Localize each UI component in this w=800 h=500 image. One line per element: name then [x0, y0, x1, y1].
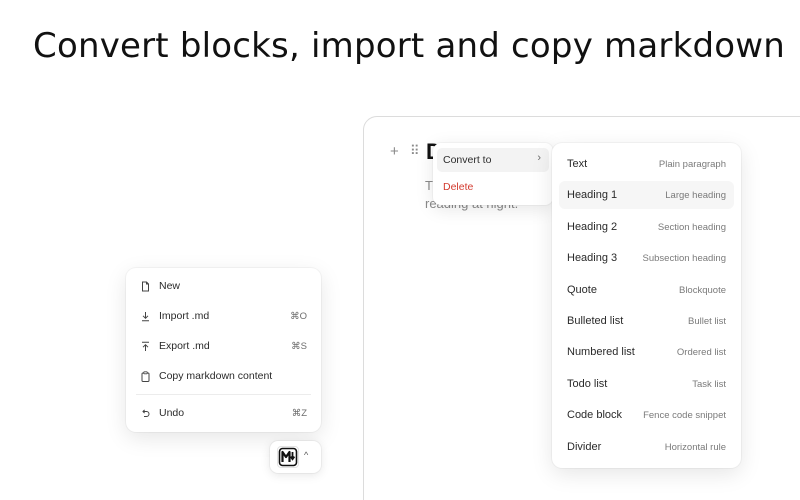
convert-option-numbered-list[interactable]: Numbered list Ordered list: [559, 338, 734, 366]
menu-item-label: Copy markdown content: [159, 370, 273, 382]
convert-option-heading-3[interactable]: Heading 3 Subsection heading: [559, 244, 734, 272]
file-menu: New Import .md ⌘O Export .md ⌘S Copy mar…: [126, 268, 321, 432]
option-description: Blockquote: [678, 284, 726, 296]
menu-item-import-md[interactable]: Import .md ⌘O: [134, 304, 313, 328]
menu-item-undo[interactable]: Undo ⌘Z: [134, 401, 313, 425]
menu-item-new[interactable]: New: [134, 274, 313, 298]
page-title: Convert blocks, import and copy markdown: [33, 26, 785, 66]
convert-option-bulleted-list[interactable]: Bulleted list Bullet list: [559, 307, 734, 335]
markdown-app-logo-icon: [277, 446, 299, 468]
option-description: Bullet list: [687, 315, 726, 327]
option-label: Divider: [567, 441, 602, 453]
add-block-icon[interactable]: +: [390, 143, 399, 160]
download-icon: [140, 311, 151, 322]
chevron-up-icon: ^: [304, 450, 309, 460]
delete-menu-item[interactable]: Delete: [437, 175, 549, 199]
convert-option-text[interactable]: Text Plain paragraph: [559, 150, 734, 178]
option-label: Quote: [567, 284, 597, 296]
menu-item-label: Import .md: [159, 310, 210, 322]
menu-item-export-md[interactable]: Export .md ⌘S: [134, 334, 313, 358]
option-label: Bulleted list: [567, 315, 624, 327]
menu-item-copy-markdown[interactable]: Copy markdown content: [134, 364, 313, 388]
option-label: Numbered list: [567, 346, 635, 358]
menu-divider: [136, 394, 311, 395]
convert-to-menu-item[interactable]: Convert to ›: [437, 148, 549, 172]
file-icon: [140, 281, 151, 292]
convert-option-todo-list[interactable]: Todo list Task list: [559, 370, 734, 398]
option-label: Todo list: [567, 378, 608, 390]
option-description: Horizontal rule: [664, 441, 726, 453]
option-description: Subsection heading: [642, 252, 726, 264]
convert-option-divider[interactable]: Divider Horizontal rule: [559, 433, 734, 461]
screen: Convert blocks, import and copy markdown…: [0, 0, 800, 500]
option-description: Ordered list: [676, 346, 726, 358]
option-description: Fence code snippet: [643, 409, 726, 421]
upload-icon: [140, 341, 151, 352]
option-label: Heading 3: [567, 252, 618, 264]
convert-option-heading-2[interactable]: Heading 2 Section heading: [559, 213, 734, 241]
option-description: Task list: [692, 378, 726, 390]
menu-item-label: New: [159, 280, 181, 292]
option-label: Code block: [567, 409, 623, 421]
app-menu-button[interactable]: ^: [270, 441, 321, 473]
convert-submenu: Text Plain paragraph Heading 1 Large hea…: [552, 143, 741, 468]
drag-handle-icon[interactable]: ⠿: [410, 143, 419, 159]
convert-option-heading-1[interactable]: Heading 1 Large heading: [559, 181, 734, 209]
option-description: Large heading: [665, 189, 726, 201]
menu-item-shortcut: ⌘Z: [291, 407, 307, 419]
convert-to-label: Convert to: [443, 154, 492, 166]
option-description: Plain paragraph: [658, 158, 726, 170]
menu-item-label: Undo: [159, 407, 185, 419]
chevron-right-icon: ›: [537, 152, 541, 164]
menu-item-label: Export .md: [159, 340, 210, 352]
option-label: Text: [567, 158, 588, 170]
option-label: Heading 2: [567, 221, 618, 233]
menu-item-shortcut: ⌘S: [291, 340, 307, 352]
undo-icon: [140, 408, 151, 419]
convert-option-quote[interactable]: Quote Blockquote: [559, 276, 734, 304]
convert-option-code-block[interactable]: Code block Fence code snippet: [559, 401, 734, 429]
option-label: Heading 1: [567, 189, 618, 201]
block-context-menu: Convert to › Delete: [433, 143, 553, 205]
clipboard-icon: [140, 370, 151, 382]
menu-item-shortcut: ⌘O: [290, 310, 307, 322]
option-description: Section heading: [657, 221, 726, 233]
